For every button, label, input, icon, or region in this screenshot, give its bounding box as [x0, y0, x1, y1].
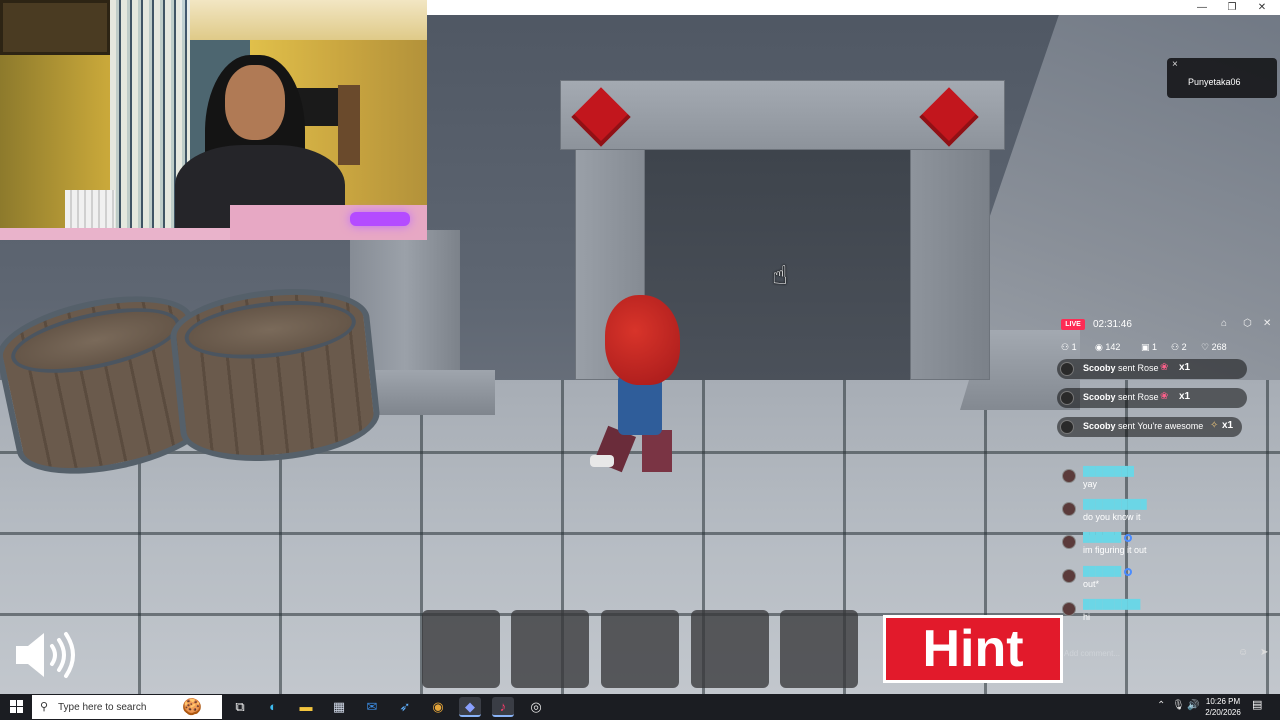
settings-icon[interactable]: ⬡	[1243, 318, 1252, 329]
chat-username: ██████	[1083, 566, 1133, 576]
chat-message: █████████ hi	[1057, 599, 1257, 629]
chat-message: ██████ out*	[1057, 566, 1257, 596]
notification-icon[interactable]: ▤	[1252, 698, 1268, 714]
task-view-icon[interactable]: ⧉	[229, 697, 251, 717]
chat-username: ██████	[1083, 532, 1133, 542]
wall-picture	[0, 0, 110, 55]
hand-cursor-icon: ☝	[772, 260, 788, 290]
volume-icon[interactable]	[14, 630, 78, 680]
hotbar-slot[interactable]	[691, 610, 769, 688]
microphone-icon[interactable]: 🎙	[1172, 700, 1185, 711]
gift-notification: Scooby sent You're awesome ✧ x1	[1057, 417, 1242, 437]
maximize-icon[interactable]: ❐	[1217, 0, 1247, 15]
stat-viewers: ◉ 142	[1095, 342, 1121, 352]
close-live-icon[interactable]: ✕	[1263, 318, 1271, 329]
file-explorer-icon[interactable]: ▬	[295, 697, 317, 717]
stat-likes: ♡ 268	[1201, 342, 1227, 352]
tiktok-icon[interactable]: ♪	[492, 697, 514, 717]
obs-icon[interactable]: ◎	[525, 697, 547, 717]
awesome-gift-icon: ✧	[1210, 420, 1219, 431]
minimize-icon[interactable]: —	[1187, 0, 1217, 15]
chat-username: ██████████	[1083, 499, 1147, 509]
send-icon[interactable]: ➤	[1260, 647, 1268, 658]
screen: ☝ — ❐ ✕ × Punyetaka06 LIVE 02:31:46 ⌂ ⬡ …	[0, 0, 1280, 720]
avatar	[1062, 469, 1076, 483]
taskbar-clock[interactable]: 10:26 PM 2/20/2026	[1198, 696, 1248, 718]
wooden-barrel	[166, 280, 384, 470]
tray-chevron-icon[interactable]: ⌃	[1157, 700, 1165, 711]
window-titlebar: — ❐ ✕	[427, 0, 1280, 15]
popup-username: Punyetaka06	[1188, 77, 1241, 87]
avatar	[1060, 420, 1074, 434]
chrome-icon[interactable]: ◉	[427, 697, 449, 717]
stat-gifts: ▣ 1	[1141, 342, 1158, 352]
chat-message: ██████████ do you know it	[1057, 499, 1257, 529]
hint-button[interactable]: Hint	[883, 615, 1063, 683]
stat-shares: ⚇ 2	[1171, 342, 1187, 352]
avatar	[1062, 535, 1076, 549]
hotbar-slot[interactable]	[601, 610, 679, 688]
search-highlight-icon: 🍪	[182, 699, 202, 716]
live-chat-panel: LIVE 02:31:46 ⌂ ⬡ ✕ ⚇ 1 ◉ 142 ▣ 1 ⚇ 2 ♡ …	[1055, 312, 1280, 667]
emoji-icon[interactable]: ☺	[1238, 647, 1248, 658]
avatar	[1062, 569, 1076, 583]
chat-message: ████████ yay	[1057, 466, 1257, 496]
taskbar-search-input[interactable]: ⚲ Type here to search 🍪	[32, 695, 222, 719]
chat-message: ██████ im figuring it out	[1057, 532, 1257, 562]
verified-badge-icon	[1124, 567, 1133, 576]
stat-guests: ⚇ 1	[1061, 342, 1077, 352]
popup-close-icon[interactable]: ×	[1172, 59, 1178, 70]
pinned-app-icon[interactable]: ➶	[394, 697, 416, 717]
edge-icon[interactable]: ◐	[262, 697, 284, 717]
player-name-popup: × Punyetaka06	[1167, 58, 1277, 98]
windows-start-icon[interactable]	[10, 700, 24, 714]
outlook-icon[interactable]: ✉	[361, 697, 383, 717]
player-avatar	[590, 295, 690, 480]
store-icon[interactable]: ▦	[328, 697, 350, 717]
live-header: LIVE 02:31:46 ⌂ ⬡ ✕	[1059, 316, 1279, 332]
hotbar-slot[interactable]	[780, 610, 858, 688]
avatar	[1062, 602, 1076, 616]
webcam-overlay	[0, 0, 427, 240]
verified-badge-icon	[1124, 533, 1133, 542]
avatar	[1060, 391, 1074, 405]
live-duration: 02:31:46	[1093, 319, 1132, 330]
rose-gift-icon: ❀	[1160, 362, 1169, 373]
chat-username: █████████	[1083, 599, 1141, 609]
live-stats: ⚇ 1 ◉ 142 ▣ 1 ⚇ 2 ♡ 268	[1059, 342, 1279, 356]
rose-gift-icon: ❀	[1160, 391, 1169, 402]
roblox-icon[interactable]: ◆	[459, 697, 481, 717]
hotbar-slot[interactable]	[422, 610, 500, 688]
comment-input[interactable]: Add comment... ☺ ➤	[1060, 646, 1275, 662]
lock-icon[interactable]: ⌂	[1221, 318, 1227, 329]
avatar	[1062, 502, 1076, 516]
hotbar-slot[interactable]	[511, 610, 589, 688]
search-icon: ⚲	[40, 701, 49, 713]
chat-username: ████████	[1083, 466, 1135, 476]
live-badge: LIVE	[1061, 319, 1085, 330]
gift-notification: Scooby sent Rose ❀ x1	[1057, 388, 1247, 408]
gift-notification: Scooby sent Rose ❀ x1	[1057, 359, 1247, 379]
rgb-mouse	[350, 212, 410, 226]
avatar	[1060, 362, 1074, 376]
close-icon[interactable]: ✕	[1247, 0, 1277, 15]
taskbar: ⚲ Type here to search 🍪 ⧉ ◐ ▬ ▦ ✉ ➶ ◉ ◆ …	[0, 694, 1280, 720]
